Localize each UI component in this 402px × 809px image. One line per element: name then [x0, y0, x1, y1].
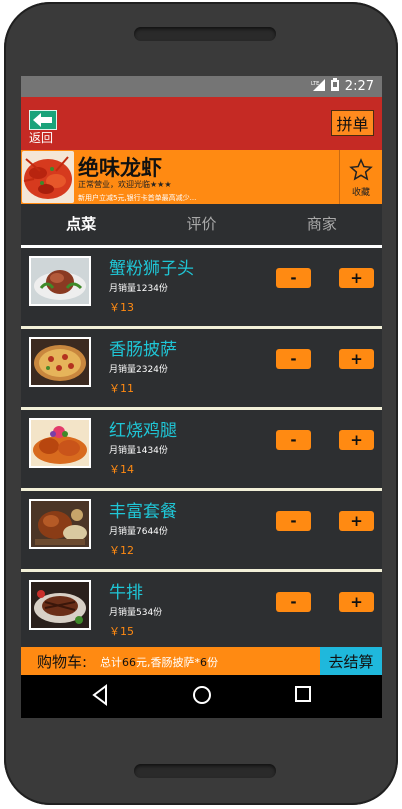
- status-icons: LTE 2:27: [311, 78, 374, 95]
- tab-reviews[interactable]: 评价: [141, 204, 261, 242]
- top-speaker: [134, 27, 276, 41]
- dish-price: ￥14: [109, 463, 134, 476]
- shop-name: 绝味龙虾: [78, 156, 162, 180]
- dish-price: ￥15: [109, 625, 134, 638]
- app-screen: LTE 2:27 返回 拼单 绝味龙虾 正常营业，欢迎光临★★★ 新用户立减5元…: [21, 76, 382, 718]
- battery-icon: [330, 78, 339, 95]
- cart-summary-prefix: 总计: [100, 656, 122, 669]
- nav-recents-icon[interactable]: [294, 685, 312, 703]
- favorite-label: 收藏: [351, 188, 370, 198]
- cart-summary: 总计66元,香肠披萨*6份: [100, 654, 218, 670]
- cart-bar[interactable]: 购物车: 总计66元,香肠披萨*6份 去结算: [21, 647, 382, 675]
- nav-back-icon[interactable]: [91, 684, 109, 706]
- navigation-bar: [21, 675, 382, 718]
- back-button[interactable]: [29, 110, 57, 130]
- dish-image: [29, 337, 91, 387]
- dish-price: ￥13: [109, 301, 134, 314]
- cart-total: 66: [122, 656, 136, 669]
- dish-name: 蟹粉狮子头: [109, 259, 194, 279]
- dish-sales: 月销量534份: [109, 608, 163, 618]
- decrease-button[interactable]: -: [276, 349, 311, 369]
- increase-button[interactable]: +: [339, 268, 374, 288]
- increase-button[interactable]: +: [339, 592, 374, 612]
- tab-order[interactable]: 点菜: [21, 204, 141, 242]
- roast-set-dish-icon: [31, 501, 89, 547]
- dish-name: 丰富套餐: [109, 502, 177, 522]
- favorite-button[interactable]: 收藏: [339, 150, 382, 204]
- dish-sales: 月销量2324份: [109, 365, 168, 375]
- tab-merchant[interactable]: 商家: [262, 204, 382, 242]
- steak-dish-icon: [31, 582, 89, 628]
- decrease-button[interactable]: -: [276, 268, 311, 288]
- bottom-speaker: [134, 764, 276, 778]
- shop-banner: 绝味龙虾 正常营业，欢迎光临★★★ 新用户立减5元,银行卡首单最高减少... 收…: [21, 150, 382, 204]
- back-arrow-icon: [33, 113, 52, 127]
- list-item: 牛排 月销量534份 ￥15 - +: [21, 572, 382, 650]
- tab-bar: 点菜 评价 商家: [21, 204, 382, 242]
- decrease-button[interactable]: -: [276, 430, 311, 450]
- status-time: 2:27: [344, 79, 374, 94]
- status-bar: LTE 2:27: [21, 76, 382, 97]
- decrease-button[interactable]: -: [276, 511, 311, 531]
- list-item: 香肠披萨 月销量2324份 ￥11 - +: [21, 329, 382, 410]
- star-icon: [349, 158, 373, 181]
- checkout-button[interactable]: 去结算: [320, 647, 382, 675]
- increase-button[interactable]: +: [339, 349, 374, 369]
- shop-logo-image: [22, 151, 74, 203]
- dish-image: [29, 256, 91, 306]
- meatball-dish-icon: [31, 258, 89, 304]
- signal-icon: LTE: [311, 78, 325, 95]
- dish-list: 蟹粉狮子头 月销量1234份 ￥13 - + 香肠披萨 月销量2324份 ￥11…: [21, 248, 382, 650]
- dish-image: [29, 499, 91, 549]
- dish-sales: 月销量7644份: [109, 527, 168, 537]
- dish-image: [29, 580, 91, 630]
- dish-price: ￥12: [109, 544, 134, 557]
- list-item: 丰富套餐 月销量7644份 ￥12 - +: [21, 491, 382, 572]
- chicken-leg-dish-icon: [31, 420, 89, 466]
- app-header: 返回 拼单: [21, 97, 382, 150]
- dish-sales: 月销量1434份: [109, 446, 168, 456]
- list-item: 蟹粉狮子头 月销量1234份 ￥13 - +: [21, 248, 382, 329]
- dish-name: 牛排: [109, 583, 143, 603]
- dish-name: 香肠披萨: [109, 340, 177, 360]
- increase-button[interactable]: +: [339, 511, 374, 531]
- cart-label: 购物车:: [37, 653, 88, 671]
- group-order-button[interactable]: 拼单: [331, 110, 374, 136]
- shop-status: 正常营业，欢迎光临★★★: [78, 180, 172, 189]
- dish-image: [29, 418, 91, 468]
- device-frame: LTE 2:27 返回 拼单 绝味龙虾 正常营业，欢迎光临★★★ 新用户立减5元…: [0, 0, 402, 809]
- dish-price: ￥11: [109, 382, 134, 395]
- cart-summary-suffix: 份: [207, 656, 218, 669]
- dish-name: 红烧鸡腿: [109, 421, 177, 441]
- decrease-button[interactable]: -: [276, 592, 311, 612]
- nav-home-icon[interactable]: [191, 684, 213, 706]
- dish-sales: 月销量1234份: [109, 284, 168, 294]
- cart-count: 6: [200, 656, 207, 669]
- shop-promo: 新用户立减5元,银行卡首单最高减少...: [78, 194, 197, 202]
- cart-summary-mid: 元,香肠披萨*: [136, 656, 200, 669]
- list-item: 红烧鸡腿 月销量1434份 ￥14 - +: [21, 410, 382, 491]
- increase-button[interactable]: +: [339, 430, 374, 450]
- pizza-dish-icon: [31, 339, 89, 385]
- back-label[interactable]: 返回: [29, 129, 53, 146]
